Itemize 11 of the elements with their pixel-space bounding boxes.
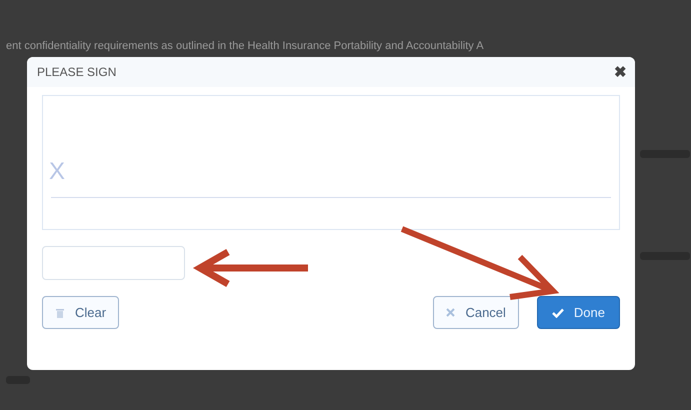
close-button[interactable]: ✖ xyxy=(614,63,627,81)
name-input-field[interactable] xyxy=(42,246,185,280)
trash-icon xyxy=(55,307,65,318)
check-icon xyxy=(552,308,564,318)
background-text: ent confidentiality requirements as outlined in the Health Insurance Portability and Accountability A xyxy=(6,40,484,52)
signature-mark: X xyxy=(49,158,66,186)
cancel-button[interactable]: Cancel xyxy=(433,296,519,329)
done-button[interactable]: Done xyxy=(536,296,620,329)
close-icon xyxy=(446,308,456,317)
dialog-title: PLEASE SIGN xyxy=(37,65,116,79)
clear-button[interactable]: Clear xyxy=(42,296,120,329)
